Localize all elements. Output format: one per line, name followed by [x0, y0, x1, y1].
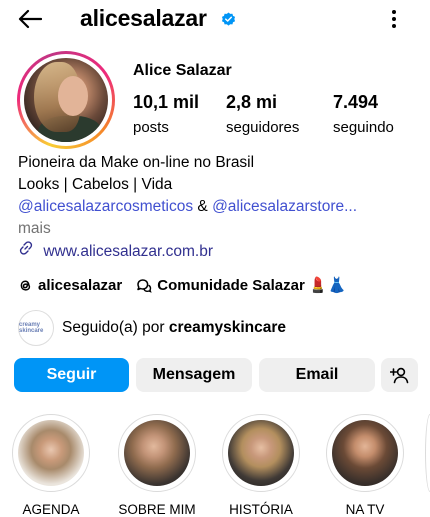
highlight-cover	[18, 420, 84, 486]
suggest-people-button[interactable]	[381, 358, 418, 392]
profile-bio: Pioneira da Make on-line no Brasil Looks…	[18, 152, 418, 263]
stat-followers[interactable]: 2,8 mi seguidores	[226, 92, 299, 136]
follower-name: creamyskincare	[168, 319, 287, 336]
community-emojis: 💄👗	[308, 277, 347, 294]
top-bar: alicesalazar	[0, 0, 430, 40]
threads-icon	[20, 280, 31, 291]
link-icon	[19, 241, 33, 255]
mention-link-store[interactable]: @alicesalazarstore...	[212, 198, 357, 215]
stat-value: 10,1 mil	[133, 92, 200, 112]
bio-mentions-line: @alicesalazarcosmeticos & @alicesalazars…	[18, 196, 418, 218]
stat-label: posts	[133, 119, 169, 136]
community-chat-icon	[137, 278, 152, 293]
stat-following[interactable]: 7.494 seguindo	[333, 92, 394, 136]
avatar-photo	[24, 58, 108, 142]
stat-posts[interactable]: 10,1 mil posts	[133, 92, 199, 136]
more-options-icon[interactable]	[385, 8, 403, 30]
highlight-label: SOBRE MIM	[118, 502, 196, 517]
bio-ampersand: &	[193, 198, 213, 215]
stat-value: 7.494	[333, 92, 379, 112]
message-button[interactable]: Mensagem	[136, 358, 252, 392]
profile-username: alicesalazar	[80, 5, 207, 31]
threads-label: alicesalazar	[38, 276, 123, 294]
highlight-label: HISTÓRIA	[229, 502, 293, 517]
bio-more-link[interactable]: mais	[18, 218, 418, 240]
verified-badge-icon	[221, 12, 236, 26]
community-label: Comunidade Salazar	[157, 276, 305, 294]
highlight-cover	[332, 420, 398, 486]
threads-chip[interactable]: alicesalazar	[18, 277, 122, 294]
followed-by-prefix: Seguido(a) por	[62, 319, 169, 336]
highlight-label: NA TV	[345, 502, 385, 517]
highlight-sobre-mim[interactable]: SOBRE MIM	[117, 414, 197, 517]
highlight-agenda[interactable]: AGENDA	[11, 414, 91, 517]
highlight-cover	[228, 420, 294, 486]
highlight-na-tv[interactable]: NA TV	[325, 414, 405, 517]
email-button[interactable]: Email	[259, 358, 375, 392]
profile-chips: alicesalazar Comunidade Salazar 💄👗	[18, 276, 360, 294]
bio-line: Looks | Cabelos | Vida	[18, 176, 173, 193]
highlight-label: AGENDA	[22, 502, 80, 517]
follow-button[interactable]: Seguir	[14, 358, 129, 392]
profile-avatar[interactable]	[17, 51, 115, 149]
followed-by[interactable]: creamy skincare Seguido(a) por creamyski…	[18, 310, 286, 346]
back-arrow-icon[interactable]	[18, 9, 42, 29]
stat-label: seguidores	[226, 119, 300, 136]
follower-avatar: creamy skincare	[18, 310, 54, 346]
display-name: Alice Salazar	[133, 62, 232, 79]
highlight-partial[interactable]	[425, 414, 430, 492]
highlight-historia[interactable]: HISTÓRIA	[221, 414, 301, 517]
followed-by-text: Seguido(a) por creamyskincare	[62, 319, 286, 337]
stat-value: 2,8 mi	[226, 92, 278, 112]
community-chip[interactable]: Comunidade Salazar 💄👗	[136, 276, 346, 294]
bio-line: Pioneira da Make on-line no Brasil	[18, 154, 255, 171]
website-url: www.alicesalazar.com.br	[43, 243, 214, 260]
website-link[interactable]: www.alicesalazar.com.br	[18, 240, 418, 263]
stat-label: seguindo	[333, 119, 394, 136]
add-person-icon	[389, 367, 408, 384]
highlight-cover	[124, 420, 190, 486]
mention-link-cosmeticos[interactable]: @alicesalazarcosmeticos	[18, 198, 193, 215]
